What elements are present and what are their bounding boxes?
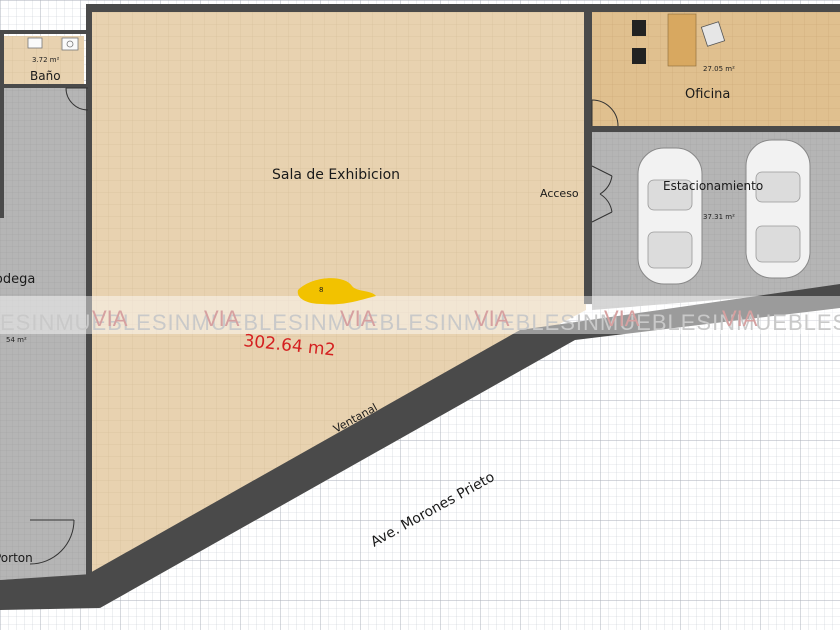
room-area-oficina: 27.05 m² xyxy=(703,65,735,73)
floor-plan: ESINMUEBLESINMUEBLESINMUEBLESINMUEBLESIN… xyxy=(0,0,840,630)
car-icon xyxy=(745,139,811,279)
toilet-icon xyxy=(27,37,43,49)
car-icon xyxy=(637,147,703,285)
acceso-label: Acceso xyxy=(540,187,579,200)
room-label-bodega: Bodega xyxy=(0,272,35,287)
room-label-oficina: Oficina xyxy=(685,87,730,102)
svg-text:VIA: VIA xyxy=(604,306,640,331)
bodega-front-wall xyxy=(0,574,100,610)
desk-icon xyxy=(667,13,697,67)
room-area-bodega: 54 m² xyxy=(6,336,27,344)
svg-text:8: 8 xyxy=(319,286,323,294)
sink-icon xyxy=(61,37,79,51)
room-label-estacionamiento: Estacionamiento xyxy=(663,179,763,193)
room-label-sala: Sala de Exhibicion xyxy=(272,167,400,183)
svg-text:VIA: VIA xyxy=(474,306,510,331)
room-label-bano: Baño xyxy=(30,69,61,83)
room-area-estacionamiento: 37.31 m² xyxy=(703,213,735,221)
room-area-bano: 3.72 m² xyxy=(32,56,60,64)
porton-label: Porton xyxy=(0,551,33,565)
svg-text:VIA: VIA xyxy=(340,306,376,331)
svg-text:VIA: VIA xyxy=(92,306,128,331)
svg-text:VIA: VIA xyxy=(204,306,240,331)
svg-text:VIA: VIA xyxy=(722,306,758,331)
